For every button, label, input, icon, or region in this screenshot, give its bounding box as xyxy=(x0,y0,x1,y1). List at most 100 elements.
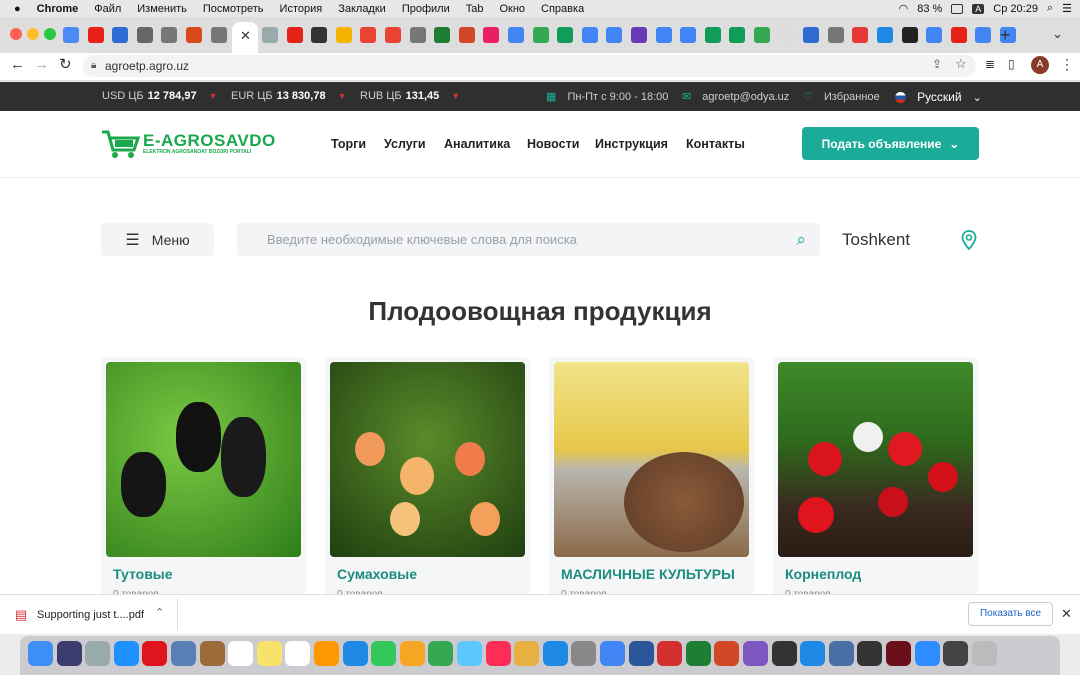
tab-favicon[interactable] xyxy=(852,27,869,43)
dock-app-icon[interactable] xyxy=(171,641,196,666)
dock-app-icon[interactable] xyxy=(228,641,254,666)
tab-favicon[interactable] xyxy=(655,27,672,43)
nav-news[interactable]: Новости xyxy=(527,137,579,151)
user-initial[interactable]: A xyxy=(972,3,985,14)
dock-app-icon[interactable] xyxy=(485,641,511,666)
tab-favicon[interactable] xyxy=(581,27,598,43)
search-input[interactable]: Введите необходимые ключевые слова для п… xyxy=(237,223,820,256)
profile-avatar[interactable]: A xyxy=(1031,56,1049,74)
wifi-icon[interactable]: ◠ xyxy=(899,2,909,15)
dock-app-icon[interactable] xyxy=(314,641,339,666)
tab-favicon[interactable] xyxy=(161,27,178,43)
tab-favicon[interactable] xyxy=(778,27,795,43)
nav-contacts[interactable]: Контакты xyxy=(686,137,745,151)
close-window-icon[interactable] xyxy=(10,28,22,40)
tab-favicon[interactable] xyxy=(729,27,746,43)
tab-favicon[interactable] xyxy=(409,27,426,43)
dock-app-icon[interactable] xyxy=(657,641,683,666)
tab-favicon[interactable] xyxy=(63,27,79,43)
tab-favicon[interactable] xyxy=(827,27,844,43)
menu-edit[interactable]: Изменить xyxy=(137,3,187,15)
tab-favicon[interactable] xyxy=(680,27,697,43)
bookmark-star-icon[interactable]: ☆ xyxy=(955,56,967,72)
logo[interactable]: E-AGROSAVDO xyxy=(143,131,276,151)
zoom-window-icon[interactable] xyxy=(44,28,56,40)
dock-app-icon[interactable] xyxy=(371,641,397,666)
nav-analytics[interactable]: Аналитика xyxy=(444,137,510,151)
dock-app-icon[interactable] xyxy=(943,641,969,666)
dock-app-icon[interactable] xyxy=(628,641,654,666)
battery-icon[interactable] xyxy=(951,3,964,14)
tab-favicon[interactable] xyxy=(483,27,500,43)
app-menu[interactable]: Chrome xyxy=(37,3,79,15)
category-card-root-vegetables[interactable]: Корнеплод 0 товаров xyxy=(773,357,978,597)
dock-app-icon[interactable] xyxy=(571,641,597,666)
tab-favicon[interactable] xyxy=(877,27,893,43)
tab-favicon[interactable] xyxy=(926,27,943,43)
menu-file[interactable]: Файл xyxy=(94,3,121,15)
tab-favicon[interactable] xyxy=(360,27,377,43)
cart-logo-icon[interactable] xyxy=(100,128,140,160)
dock-app-icon[interactable] xyxy=(28,641,53,666)
tab-favicon[interactable] xyxy=(262,27,278,43)
category-card-sumac[interactable]: Сумаховые 0 товаров xyxy=(325,357,530,597)
dock-app-icon[interactable] xyxy=(514,641,540,666)
dock-app-icon[interactable] xyxy=(828,641,854,666)
address-bar[interactable]: 🔒︎ agroetp.agro.uz xyxy=(83,55,976,77)
tab-search-icon[interactable]: ⌄ xyxy=(1052,26,1063,42)
share-icon[interactable]: ⇪ xyxy=(932,57,942,71)
clock[interactable]: Ср 20:29 xyxy=(993,3,1038,15)
dock-app-icon[interactable] xyxy=(428,641,454,666)
dock-app-icon[interactable] xyxy=(743,641,768,666)
menu-button[interactable]: ☰ Меню xyxy=(101,223,214,256)
dock-app-icon[interactable] xyxy=(714,641,740,666)
tab-favicon[interactable] xyxy=(606,27,623,43)
dock-app-icon[interactable] xyxy=(914,641,940,666)
dock-app-icon[interactable] xyxy=(685,641,711,666)
email-link[interactable]: ✉ agroetp@odya.uz xyxy=(682,90,789,104)
tab-favicon[interactable] xyxy=(434,27,451,43)
menu-history[interactable]: История xyxy=(280,3,323,15)
menu-view[interactable]: Посмотреть xyxy=(203,3,264,15)
show-all-downloads-button[interactable]: Показать все xyxy=(968,602,1053,626)
category-card-mulberry[interactable]: Тутовые 0 товаров xyxy=(101,357,306,597)
dock-app-icon[interactable] xyxy=(256,641,282,666)
tab-favicon[interactable] xyxy=(210,27,227,43)
favorites-link[interactable]: ♡ Избранное xyxy=(803,90,880,104)
minimize-window-icon[interactable] xyxy=(27,28,39,40)
nav-auctions[interactable]: Торги xyxy=(331,137,366,151)
forward-icon[interactable]: → xyxy=(34,56,49,73)
tab-favicon[interactable] xyxy=(112,27,129,43)
dock-app-icon[interactable] xyxy=(600,641,625,666)
nav-services[interactable]: Услуги xyxy=(384,137,426,151)
control-center-icon[interactable]: ☰ xyxy=(1062,2,1072,15)
tab-favicon[interactable] xyxy=(704,27,721,43)
dock-app-icon[interactable] xyxy=(800,641,826,666)
download-menu-chevron-icon[interactable]: ⌃ xyxy=(155,606,164,619)
menu-tab[interactable]: Tab xyxy=(466,3,484,15)
spotlight-icon[interactable]: ⌕ xyxy=(1047,2,1053,15)
side-panel-icon[interactable]: ▯ xyxy=(1008,57,1015,71)
tab-favicon[interactable] xyxy=(803,27,820,43)
tab-favicon[interactable] xyxy=(532,27,549,43)
dock-app-icon[interactable] xyxy=(542,641,568,666)
language-selector[interactable]: Русский ⌄ xyxy=(895,90,982,104)
tab-favicon[interactable] xyxy=(136,27,153,43)
reload-icon[interactable]: ↻ xyxy=(59,55,72,73)
close-tab-icon[interactable]: ✕ xyxy=(240,28,251,44)
dock-app-icon[interactable] xyxy=(142,641,168,666)
dock-app-icon[interactable] xyxy=(199,641,225,666)
menu-help[interactable]: Справка xyxy=(541,3,584,15)
tab-favicon[interactable] xyxy=(975,27,992,43)
nav-instructions[interactable]: Инструкция xyxy=(595,137,668,151)
menu-bookmarks[interactable]: Закладки xyxy=(338,3,386,15)
region-label[interactable]: Toshkent xyxy=(842,230,910,250)
dock-app-icon[interactable] xyxy=(285,641,311,666)
dock-app-icon[interactable] xyxy=(56,641,82,666)
dock-app-icon[interactable] xyxy=(857,641,883,666)
dock-app-icon[interactable] xyxy=(85,641,111,666)
post-ad-button[interactable]: Подать объявление ⌄ xyxy=(802,127,979,160)
dock-app-icon[interactable] xyxy=(342,641,368,666)
back-icon[interactable]: ← xyxy=(10,56,25,73)
search-icon[interactable]: ⌕ xyxy=(796,223,806,256)
